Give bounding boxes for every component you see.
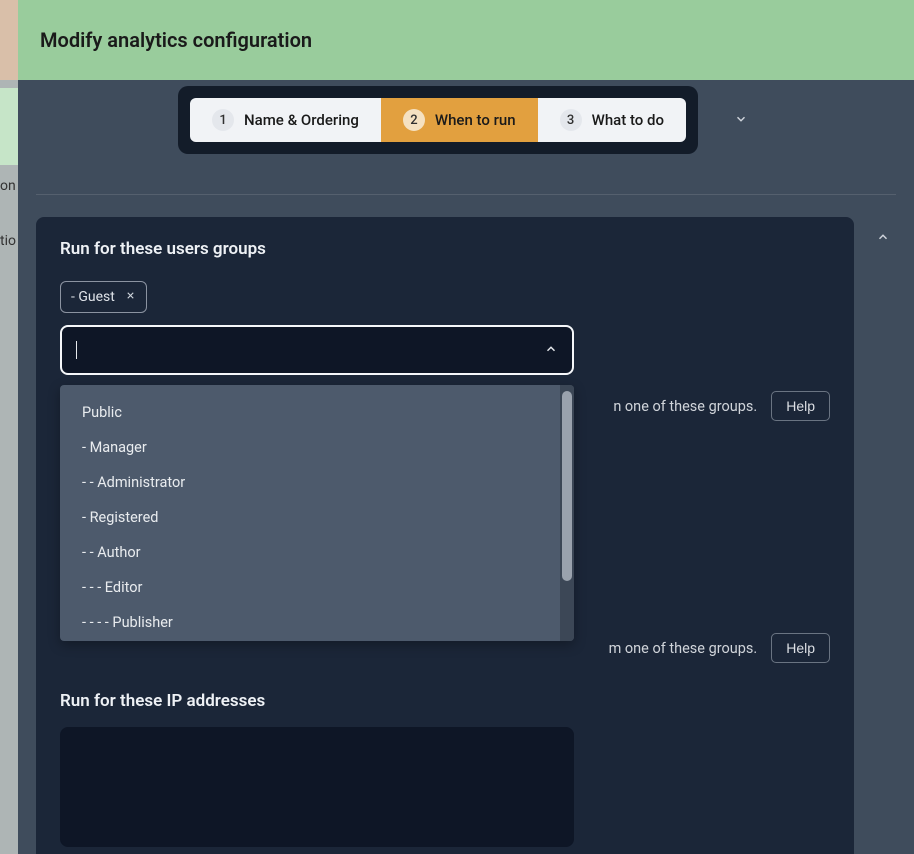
chip-label: - Guest (71, 289, 115, 305)
group-option[interactable]: - - Administrator (60, 465, 560, 500)
group-option[interactable]: - - - - Publisher (60, 605, 560, 640)
background-truncated-text-2: tio (0, 233, 16, 249)
group-combobox-field[interactable] (60, 325, 574, 375)
divider (36, 194, 896, 195)
group-combobox: Public- Manager- - Administrator- Regist… (60, 325, 574, 375)
chevron-up-icon[interactable] (544, 341, 558, 360)
dropdown-scrollbar-thumb[interactable] (562, 391, 572, 581)
step-number: 3 (560, 109, 582, 131)
dropdown-scrollbar[interactable] (560, 385, 574, 641)
chevron-down-icon[interactable] (728, 105, 754, 136)
group-option[interactable]: - Registered (60, 500, 560, 535)
card-run-config: Run for these users groups - Guest (36, 217, 854, 854)
step-number: 2 (403, 109, 425, 131)
header-left-stub (0, 0, 18, 80)
step-name-ordering[interactable]: 1 Name & Ordering (190, 98, 381, 142)
helper-text-2: m one of these groups. (609, 640, 758, 657)
background-truncated-text-1: on (0, 178, 16, 194)
chip-guest[interactable]: - Guest (60, 281, 147, 313)
help-button[interactable]: Help (771, 633, 830, 663)
dialog-title: Modify analytics configuration (36, 28, 312, 52)
group-option[interactable]: Public (60, 395, 560, 430)
close-icon[interactable] (125, 289, 136, 305)
group-dropdown: Public- Manager- - Administrator- Regist… (60, 385, 574, 641)
helper-text-1: n one of these groups. (613, 398, 757, 415)
group-dropdown-list: Public- Manager- - Administrator- Regist… (60, 385, 560, 641)
dialog-header: Modify analytics configuration (18, 0, 914, 80)
step-label: What to do (592, 111, 664, 129)
section-title-user-groups: Run for these users groups (60, 239, 830, 259)
step-label: Name & Ordering (244, 111, 359, 129)
step-what-to-do[interactable]: 3 What to do (538, 98, 686, 142)
stepper: 1 Name & Ordering 2 When to run 3 What t… (178, 86, 698, 154)
help-button[interactable]: Help (771, 391, 830, 421)
step-when-to-run[interactable]: 2 When to run (381, 98, 538, 142)
group-search-input[interactable] (77, 342, 544, 359)
step-number: 1 (212, 109, 234, 131)
section-title-ip-addresses: Run for these IP addresses (60, 691, 830, 711)
group-option[interactable]: - - - Editor (60, 570, 560, 605)
dialog-body: 1 Name & Ordering 2 When to run 3 What t… (18, 80, 914, 854)
step-label: When to run (435, 111, 516, 129)
background-active-tab-stub (0, 88, 18, 165)
group-option[interactable]: - Manager (60, 430, 560, 465)
ip-addresses-textarea[interactable] (60, 727, 574, 847)
group-option[interactable]: - - Author (60, 535, 560, 570)
selected-groups-chips: - Guest (60, 281, 830, 313)
stepper-row: 1 Name & Ordering 2 When to run 3 What t… (36, 80, 896, 172)
chevron-up-icon[interactable] (870, 223, 896, 254)
